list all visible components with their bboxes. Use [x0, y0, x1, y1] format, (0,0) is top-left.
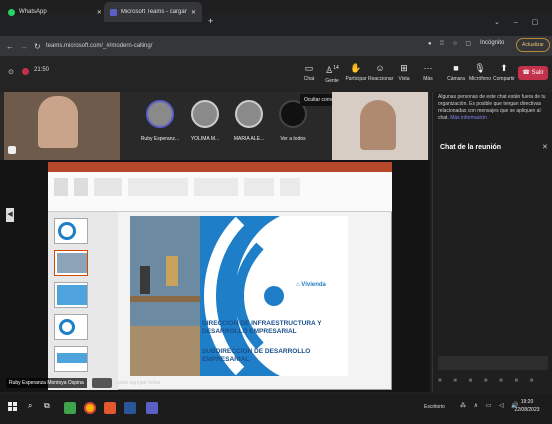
- participant-tile-yolima[interactable]: YOLIMA M...: [184, 96, 226, 156]
- participant-video-right[interactable]: [332, 92, 428, 160]
- chat-panel: [432, 92, 552, 392]
- update-button[interactable]: Actualizar: [516, 38, 550, 52]
- avatar: [191, 100, 219, 128]
- phone-icon: ☎: [522, 70, 532, 76]
- share-icon: ⬆: [500, 63, 508, 73]
- taskbar-clock[interactable]: 19:20 22/08/2023: [508, 398, 546, 414]
- ribbon-paragraph-group[interactable]: [194, 178, 238, 196]
- shield-icon: ⊙: [8, 69, 14, 76]
- avatar: [235, 100, 263, 128]
- compose-icons[interactable]: ■ ■ ■ ■ ■ ■ ■: [438, 378, 548, 384]
- collapse-arrow-icon[interactable]: ◀: [6, 208, 14, 222]
- teams-taskbar-icon[interactable]: [146, 402, 158, 414]
- forward-icon[interactable]: →: [20, 42, 28, 51]
- app-icon[interactable]: [104, 402, 116, 414]
- search-icon[interactable]: ⌕: [28, 401, 32, 411]
- screen: WhatsApp ✕ Microsoft Teams - cargando ✕ …: [0, 0, 552, 424]
- more-icon: ···: [423, 63, 433, 73]
- toolbar-people[interactable]: ♙14 Gente: [320, 60, 344, 88]
- profile-label[interactable]: Incógnito: [480, 40, 504, 46]
- participant-tile-ruby[interactable]: Ruby Esperanz...: [134, 96, 186, 156]
- add-notes-hint: ...para agregar notas: [114, 380, 161, 386]
- close-icon[interactable]: ✕: [191, 9, 196, 16]
- raise-hand-icon: ✋: [350, 63, 362, 73]
- leave-button[interactable]: ☎ Salir: [518, 66, 548, 80]
- view-icon: ⊞: [400, 63, 408, 73]
- more-info-link[interactable]: Más información: [450, 115, 487, 121]
- whatsapp-icon: [8, 8, 15, 16]
- ppt-titlebar: [48, 162, 392, 172]
- camera-icon: ■: [453, 63, 459, 73]
- presenter-name: Ruby Esperanza Montoya Ospina: [6, 378, 87, 388]
- vivienda-logo: ⌂ Vivienda: [296, 282, 326, 288]
- toolbar-raise-hand[interactable]: ✋ Participar: [344, 60, 368, 88]
- toolbar-mic[interactable]: 🎙 Micrófono: [468, 60, 492, 88]
- chat-title: Chat de la reunión: [440, 144, 502, 151]
- toolbar-share[interactable]: ⬆ Compartir: [492, 60, 516, 88]
- participant-video-left[interactable]: [4, 92, 120, 160]
- tab-teams[interactable]: Microsoft Teams - cargando ✕: [104, 2, 202, 22]
- task-view-icon[interactable]: ⧉: [44, 401, 50, 411]
- chrome-icon[interactable]: [84, 402, 96, 414]
- slide-thumb[interactable]: [54, 314, 88, 340]
- slide-thumb[interactable]: [54, 218, 88, 244]
- ribbon-font-group[interactable]: [128, 178, 188, 196]
- worker-figure: [166, 256, 178, 286]
- slide-thumb[interactable]: [54, 250, 88, 276]
- tab-whatsapp[interactable]: WhatsApp ✕: [2, 2, 108, 22]
- desktop-label[interactable]: Escritorio: [424, 404, 445, 410]
- chat-icon: ▭: [304, 63, 314, 73]
- ribbon-drawing-group[interactable]: [244, 178, 274, 196]
- scaffold: [130, 326, 200, 376]
- taskbar: [0, 394, 552, 424]
- participant-tile-maria[interactable]: MARIA ALE...: [226, 96, 272, 156]
- people-icon: ♙14: [325, 65, 339, 75]
- recording-icon: [22, 68, 29, 75]
- word-icon[interactable]: [124, 402, 136, 414]
- person-silhouette: [38, 96, 78, 148]
- toolbar-view[interactable]: ⊞ Vista: [392, 60, 416, 88]
- chat-input[interactable]: [438, 356, 548, 370]
- windows-start-icon[interactable]: [8, 402, 18, 412]
- current-slide: ⌂ Vivienda DIRECCION DE INFRAESTRUCTURA …: [130, 216, 348, 376]
- ppt-ribbon: [48, 172, 392, 212]
- new-tab-icon[interactable]: +: [208, 16, 213, 26]
- emoji-icon: ☺: [375, 63, 385, 73]
- slide-thumb[interactable]: [54, 346, 88, 372]
- slide-subheading: SUBDIRECCION DE DESARROLLO EMPRESARIAL: [202, 348, 311, 363]
- toolbar-camera[interactable]: ■ Cámara: [444, 60, 468, 88]
- ribbon-button[interactable]: [94, 178, 122, 196]
- mic-icon: 🎙: [474, 63, 486, 73]
- toolbar-more[interactable]: ··· Más: [416, 60, 440, 88]
- back-icon[interactable]: ←: [6, 42, 14, 51]
- ribbon-button[interactable]: [74, 178, 88, 196]
- ribbon-editing-group[interactable]: [280, 178, 300, 196]
- close-icon[interactable]: ✕: [97, 9, 102, 16]
- call-timer: 21:50: [34, 67, 50, 73]
- tab-label: WhatsApp: [19, 9, 47, 15]
- person-silhouette: [360, 100, 396, 150]
- reload-icon[interactable]: ↻: [34, 42, 41, 51]
- external-notice: Algunas personas de este chat están fuer…: [438, 94, 546, 121]
- construction-photo: [130, 216, 200, 376]
- tab-label: Microsoft Teams - cargando: [120, 9, 187, 15]
- window-controls[interactable]: ⌄ – ▢: [494, 18, 544, 26]
- presenter-controls[interactable]: [92, 378, 112, 388]
- ribbon-button[interactable]: [54, 178, 68, 196]
- worker-figure: [140, 266, 150, 294]
- browser-icons[interactable]: ● ♖ ☆ ▢: [428, 40, 474, 47]
- app-icon[interactable]: [64, 402, 76, 414]
- toolbar-chat[interactable]: ▭ Chat: [297, 60, 321, 88]
- slide-heading: DIRECCION DE INFRAESTRUCTURA Y DESARROLL…: [202, 320, 322, 335]
- avatar: [146, 100, 174, 128]
- beam: [130, 296, 200, 302]
- teams-icon: [110, 8, 117, 16]
- close-chat-icon[interactable]: ✕: [542, 143, 548, 151]
- muted-icon: [8, 146, 16, 154]
- slide-thumb[interactable]: [54, 282, 88, 308]
- toolbar-react[interactable]: ☺ Reaccionar: [368, 60, 393, 88]
- url-field[interactable]: teams.microsoft.com/_#/modern-calling/: [46, 40, 426, 52]
